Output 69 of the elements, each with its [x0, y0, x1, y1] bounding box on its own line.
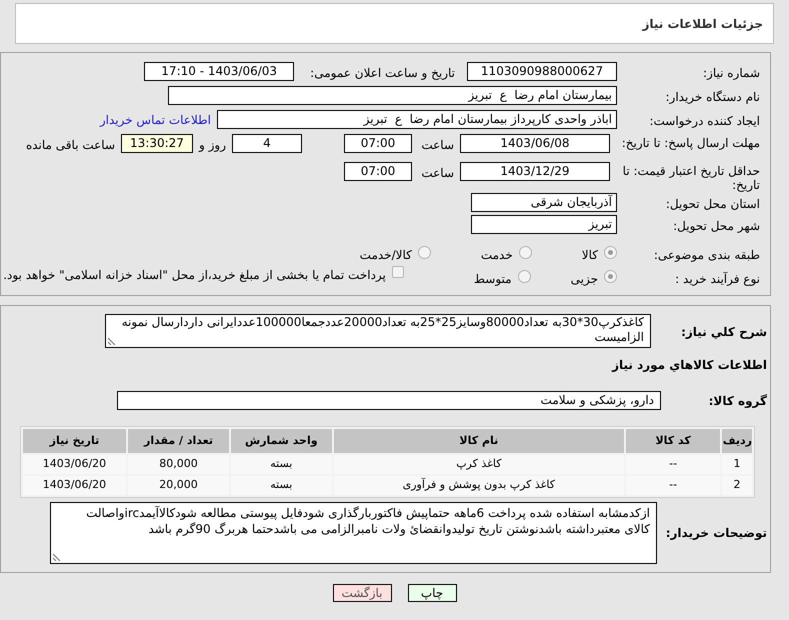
description-box[interactable]: کاغذکرپ30*30به تعداد80000وسایز25*25به تعداد20000عددجمعا100000عددایرانی داردارسال نمونه الزامیست: [105, 314, 651, 348]
field-label: ساعت باقی مانده: [26, 137, 115, 154]
back-button[interactable]: بازگشت: [332, 584, 392, 602]
column-header: تاریخ نیاز: [23, 429, 126, 453]
radio-label: کالا/خدمت: [360, 247, 412, 264]
field-label: ساعت: [421, 166, 454, 180]
field-label: نوع فرآیند خرید :: [675, 272, 760, 286]
table-cell: 80,000: [128, 455, 230, 474]
radio-label: جزیی: [570, 271, 598, 288]
table-cell: --: [626, 476, 720, 495]
text-field[interactable]: بیمارستان امام رضا ع تبریز: [168, 86, 617, 105]
radio-button[interactable]: [518, 270, 531, 282]
remaining-time-field: 13:30:27: [121, 134, 193, 153]
table-cell: 1403/06/20: [23, 476, 126, 495]
page-title: جزئیات اطلاعات نیاز: [642, 16, 763, 32]
table-cell: --: [626, 455, 720, 474]
column-header: کد کالا: [626, 429, 720, 453]
table-cell: کاغذ کرپ: [334, 455, 624, 474]
text-field[interactable]: 1103090988000627: [467, 62, 617, 81]
column-header: تعداد / مقدار: [128, 429, 230, 453]
text-field[interactable]: 07:00: [344, 162, 412, 181]
column-header: واحد شمارش: [231, 429, 332, 453]
field-label: طبقه بندی موضوعی:: [654, 248, 760, 262]
radio-button[interactable]: [604, 246, 617, 258]
field-label: نام دستگاه خریدار:: [666, 90, 760, 104]
buyer-contact-link[interactable]: اطلاعات تماس خریدار: [100, 110, 211, 129]
field-label: پرداخت تمام یا بخشی از مبلغ خرید،از محل "اسناد خزانه اسلامی" خواهد بود.: [3, 267, 386, 284]
text-field[interactable]: 4: [232, 134, 302, 153]
field-label: گروه كالا:: [708, 394, 767, 408]
table-cell: 1403/06/20: [23, 455, 126, 474]
text-field[interactable]: آذربایجان شرقی: [471, 193, 617, 212]
checkbox[interactable]: [392, 266, 404, 278]
field-label: ایجاد کننده درخواست:: [649, 114, 760, 128]
field-label: شرح كلي نياز:: [681, 325, 767, 339]
text-field[interactable]: اباذر واحدی کارپرداز بیمارستان امام رضا ع تبریز: [217, 110, 617, 129]
radio-label: متوسط: [474, 271, 512, 288]
field-label: ساعت: [421, 138, 454, 152]
field-label: اطلاعات كالاهاي مورد نياز: [612, 358, 767, 372]
field-label: حداقل تاریخ اعتبار قیمت: تا تاریخ:: [622, 164, 760, 192]
radio-button[interactable]: [518, 246, 532, 258]
goods-group-field[interactable]: دارو، پزشکی و سلامت: [117, 391, 661, 410]
text-field[interactable]: 07:00: [344, 134, 412, 153]
radio-label: کالا: [582, 247, 598, 264]
resize-grip-icon: [53, 553, 61, 561]
text-field[interactable]: 1403/12/29: [460, 162, 610, 181]
table-cell: 2: [722, 476, 752, 495]
table-cell: بسته: [231, 455, 332, 474]
radio-label: خدمت: [480, 247, 513, 264]
field-label: روز و: [199, 137, 226, 154]
field-label: شهر محل تحویل:: [673, 219, 760, 233]
radio-button[interactable]: [418, 246, 431, 258]
table-cell: 20,000: [128, 476, 230, 495]
table-cell: کاغذ کرپ بدون پوشش و فرآوری: [334, 476, 624, 495]
column-header: نام کالا: [334, 429, 624, 453]
buyer-notes-box[interactable]: ازکدمشابه استفاده شده پرداخت 6ماهه حتماپیش فاکتوربارگذاری شودفایل پیوستی مطالعه شودکالاآیمدircواصالت کالای معتبرداشته باشدنوشتن تاریخ تولیدوانقضائ ولات نامبرالزامی می باشدحتما هربرگ 90گرم باشد: [50, 502, 657, 564]
text-field[interactable]: 1403/06/03 - 17:10: [144, 62, 294, 81]
text-field[interactable]: تبریز: [471, 215, 617, 234]
radio-button[interactable]: [604, 270, 617, 282]
field-label: تاریخ و ساعت اعلان عمومی:: [310, 66, 455, 80]
resize-grip-icon: [108, 337, 116, 345]
field-label: استان محل تحویل:: [666, 197, 760, 211]
table-cell: بسته: [231, 476, 332, 495]
table-cell: 1: [722, 455, 752, 474]
column-header: ردیف: [722, 429, 752, 453]
field-label: شماره نیاز:: [703, 66, 760, 80]
text-field[interactable]: 1403/06/08: [460, 134, 610, 153]
field-label: توضیحات خریدار:: [666, 526, 767, 540]
field-label: مهلت ارسال پاسخ: تا تاریخ:: [622, 136, 760, 150]
print-button[interactable]: چاپ: [408, 584, 456, 602]
